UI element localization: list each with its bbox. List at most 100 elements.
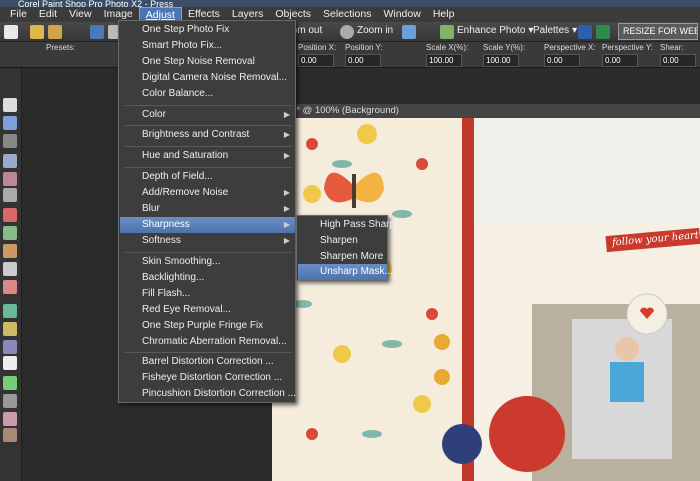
scale-x-input[interactable]: 100.00 (426, 54, 462, 67)
position-x-input[interactable]: 0.00 (298, 54, 334, 67)
enhance-photo-button[interactable]: Enhance Photo ▾ (457, 25, 533, 36)
pan-tool-icon[interactable] (3, 98, 17, 112)
position-x-label: Position X: (298, 43, 337, 52)
zoom-in-button[interactable]: Zoom in (357, 25, 393, 36)
palettes-label: Palettes (533, 25, 570, 36)
tools-toolbar (0, 68, 22, 481)
menu-item-purple-fringe-fix[interactable]: One Step Purple Fringe Fix (120, 318, 295, 334)
menu-item-fisheye-distortion[interactable]: Fisheye Distortion Correction ... (120, 370, 295, 386)
text-tool-icon[interactable] (3, 356, 17, 370)
ms-icon[interactable] (578, 25, 592, 39)
submenu-item-sharpen[interactable]: Sharpen (298, 233, 387, 249)
menu-selections[interactable]: Selections (317, 7, 377, 22)
perspective-x-label: Perspective X: (544, 43, 596, 52)
perspective-y-input[interactable]: 0.00 (602, 54, 638, 67)
menu-separator (125, 146, 291, 147)
chevron-right-icon: ▶ (283, 220, 290, 229)
open-folder-icon[interactable] (30, 25, 44, 39)
menu-item-fill-flash[interactable]: Fill Flash... (120, 286, 295, 302)
menu-view[interactable]: View (63, 7, 98, 22)
color-replacer-icon[interactable] (3, 322, 17, 336)
position-y-input[interactable]: 0.00 (345, 54, 381, 67)
menu-item-pincushion-distortion[interactable]: Pincushion Distortion Correction ... (120, 386, 296, 402)
menu-item-label: Color (142, 109, 166, 120)
excel-icon[interactable] (596, 25, 610, 39)
menu-item-barrel-distortion[interactable]: Barrel Distortion Correction ... (120, 354, 295, 370)
menu-item-sharpness[interactable]: Sharpness ▶ (120, 217, 295, 233)
menu-item-red-eye-removal[interactable]: Red Eye Removal... (120, 302, 295, 318)
chevron-right-icon: ▶ (283, 110, 290, 119)
new-file-icon[interactable] (4, 25, 18, 39)
dropper-tool-icon[interactable] (3, 154, 17, 168)
menu-item-depth-of-field[interactable]: Depth of Field... (120, 169, 295, 185)
straighten-tool-icon[interactable] (3, 188, 17, 202)
menu-item-backlighting[interactable]: Backlighting... (120, 270, 295, 286)
menu-item-color-balance[interactable]: Color Balance... (120, 86, 295, 102)
perspective-y-field[interactable]: Perspective Y: 0.00 (602, 43, 653, 67)
menu-edit[interactable]: Edit (33, 7, 63, 22)
menu-item-label: Brightness and Contrast (142, 129, 250, 140)
red-eye-tool-icon[interactable] (3, 208, 17, 222)
submenu-item-high-pass-sharpen[interactable]: High Pass Sharpen... (298, 217, 415, 233)
browse-icon[interactable] (48, 25, 62, 39)
oil-brush-icon[interactable] (3, 428, 17, 442)
submenu-item-unsharp-mask[interactable]: Unsharp Mask... (298, 264, 393, 280)
menu-separator (125, 105, 291, 106)
position-x-field[interactable]: Position X: 0.00 (298, 43, 336, 67)
scrapbook-image (272, 104, 700, 481)
pen-tool-icon[interactable] (3, 340, 17, 354)
resize-for-web-button[interactable]: RESIZE FOR WEB 2 (618, 23, 698, 40)
menu-item-softness[interactable]: Softness ▶ (120, 233, 295, 249)
menu-window[interactable]: Window (377, 7, 426, 22)
menu-item-label: Fisheye Distortion Correction ... (142, 372, 283, 383)
photo-icon[interactable] (402, 25, 416, 39)
scale-y-label: Scale Y(%): (483, 43, 526, 52)
lighten-darken-icon[interactable] (3, 262, 17, 276)
perspective-x-field[interactable]: Perspective X: 0.00 (544, 43, 596, 67)
menu-item-one-step-noise-removal[interactable]: One Step Noise Removal (120, 54, 295, 70)
picture-tube-icon[interactable] (3, 412, 17, 426)
menu-item-label: Fill Flash... (142, 288, 191, 299)
menu-item-skin-smoothing[interactable]: Skin Smoothing... (120, 254, 295, 270)
perspective-x-input[interactable]: 0.00 (544, 54, 580, 67)
pick-tool-icon[interactable] (3, 116, 17, 130)
menu-separator (125, 125, 291, 126)
document-canvas[interactable] (272, 104, 700, 481)
shear-input[interactable]: 0.00 (660, 54, 696, 67)
zoom-in-icon[interactable] (340, 25, 354, 39)
palettes-button[interactable]: Palettes ▾ (533, 25, 577, 36)
menu-item-one-step-photo-fix[interactable]: One Step Photo Fix (120, 22, 295, 38)
menu-file[interactable]: File (4, 7, 33, 22)
menu-item-color[interactable]: Color ▶ (120, 107, 295, 123)
menu-item-chromatic-aberration[interactable]: Chromatic Aberration Removal... (120, 334, 295, 350)
menu-item-smart-photo-fix[interactable]: Smart Photo Fix... (120, 38, 295, 54)
shape-tool-icon[interactable] (3, 376, 17, 390)
paint-brush-icon[interactable] (3, 244, 17, 258)
clone-brush-icon[interactable] (3, 226, 17, 240)
position-y-field[interactable]: Position Y: 0.00 (345, 43, 383, 67)
flood-fill-icon[interactable] (3, 304, 17, 318)
menu-item-hue-saturation[interactable]: Hue and Saturation ▶ (120, 148, 295, 164)
scale-y-input[interactable]: 100.00 (483, 54, 519, 67)
menu-item-blur[interactable]: Blur ▶ (120, 201, 295, 217)
menu-item-label: Chromatic Aberration Removal... (142, 336, 287, 347)
presets-label: Presets: (46, 43, 76, 52)
tool-options-bar: Presets: Position X: 0.00 Position Y: 0.… (0, 42, 700, 68)
chevron-down-icon: ▾ (572, 25, 578, 36)
menu-item-digital-camera-noise-removal[interactable]: Digital Camera Noise Removal... (120, 70, 295, 86)
menu-help[interactable]: Help (427, 7, 461, 22)
submenu-item-sharpen-more[interactable]: Sharpen More (298, 249, 387, 265)
crop-tool-icon[interactable] (3, 172, 17, 186)
chevron-right-icon: ▶ (283, 204, 290, 213)
save-icon[interactable] (90, 25, 104, 39)
selection-tool-icon[interactable] (3, 134, 17, 148)
presets-control[interactable]: Presets: (46, 43, 75, 52)
menu-item-add-remove-noise[interactable]: Add/Remove Noise ▶ (120, 185, 295, 201)
document-title: S* @ 100% (Background) (290, 105, 399, 116)
eraser-tool-icon[interactable] (3, 280, 17, 294)
menu-item-brightness-contrast[interactable]: Brightness and Contrast ▶ (120, 127, 295, 143)
warp-tool-icon[interactable] (3, 394, 17, 408)
scale-y-field[interactable]: Scale Y(%): 100.00 (483, 43, 525, 67)
scale-x-field[interactable]: Scale X(%): 100.00 (426, 43, 468, 67)
shear-field[interactable]: Shear: 0.00 (660, 43, 696, 67)
